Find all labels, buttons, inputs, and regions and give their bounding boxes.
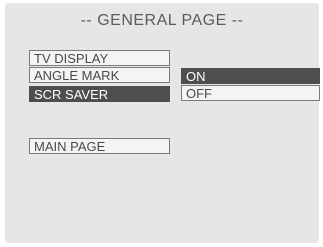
page-title: -- GENERAL PAGE --	[80, 12, 244, 29]
menu-item-scr-saver[interactable]: SCR SAVER	[29, 86, 170, 102]
osd-screen: -- GENERAL PAGE -- TV DISPLAY ANGLE MARK…	[5, 3, 320, 243]
option-on[interactable]: ON	[181, 68, 320, 84]
menu-item-tv-display[interactable]: TV DISPLAY	[29, 50, 170, 66]
main-page-button[interactable]: MAIN PAGE	[29, 138, 170, 154]
option-off[interactable]: OFF	[181, 85, 320, 101]
menu-item-angle-mark[interactable]: ANGLE MARK	[29, 67, 170, 83]
